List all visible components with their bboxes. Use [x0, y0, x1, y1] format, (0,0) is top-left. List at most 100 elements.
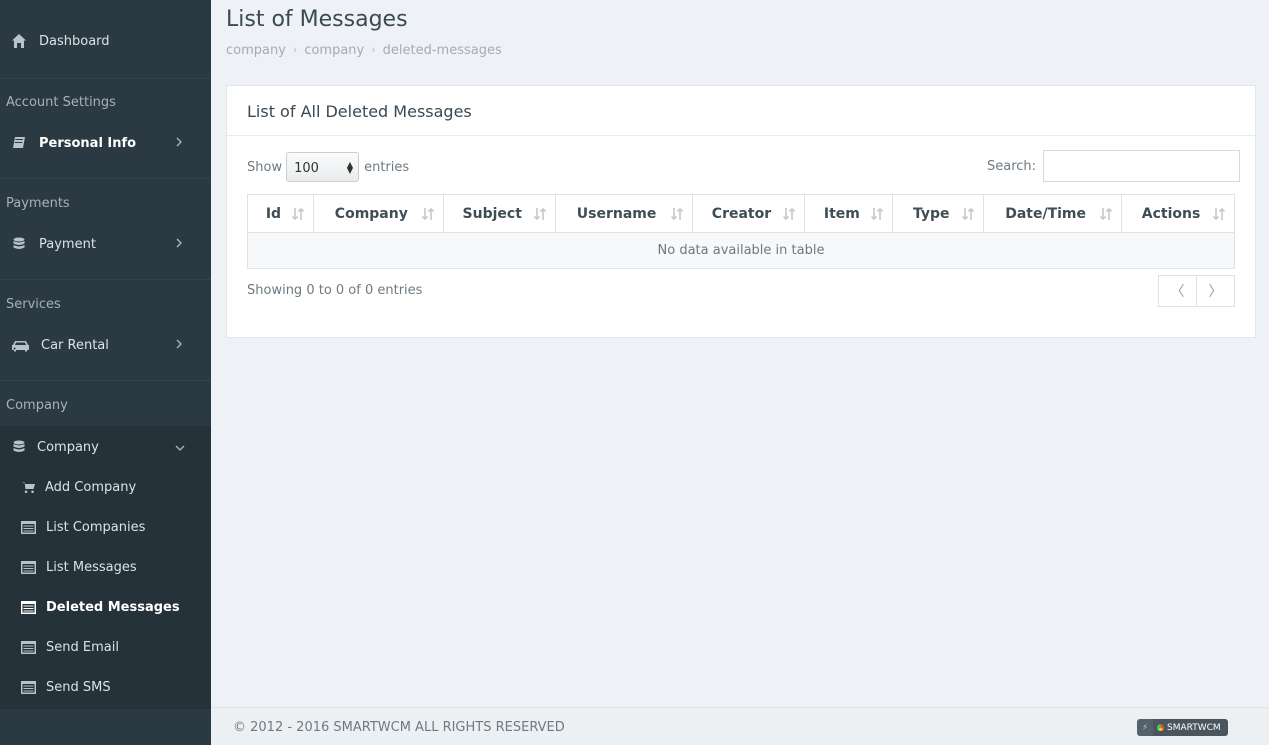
next-page-button[interactable]: 〉	[1196, 275, 1235, 307]
sort-icon	[291, 207, 304, 221]
column-header-label: Actions	[1141, 205, 1201, 222]
sidebar-divider	[0, 279, 211, 280]
cart-icon	[22, 481, 35, 493]
chevron-left-icon: 〈	[1170, 284, 1185, 300]
sidebar-subitem-label: List Companies	[46, 519, 146, 535]
sidebar-item-payment[interactable]: Payment	[0, 224, 211, 264]
chevron-right-icon: 〉	[1208, 284, 1223, 300]
messages-table: Id Company Subject Username Creator Item…	[247, 194, 1235, 269]
pagination: 〈 〉	[1158, 275, 1235, 307]
breadcrumb-item: deleted-messages	[382, 43, 502, 58]
sidebar-subitem-label: List Messages	[46, 559, 137, 575]
sidebar-subitem-send-sms[interactable]: Send SMS	[0, 667, 211, 707]
sort-icon	[783, 207, 796, 221]
breadcrumb-item[interactable]: company	[304, 43, 364, 58]
breadcrumb: company › company › deleted-messages	[226, 43, 502, 58]
column-header-subject[interactable]: Subject	[442, 194, 556, 233]
sidebar-subitem-deleted-messages[interactable]: Deleted Messages	[0, 587, 211, 627]
breadcrumb-item[interactable]: company	[226, 43, 286, 58]
page-size-select[interactable]: 100 ▲ ▼	[286, 152, 360, 182]
sidebar: Dashboard Account Settings Personal Info…	[0, 0, 211, 745]
column-header-item[interactable]: Item	[804, 194, 894, 233]
list-icon	[21, 520, 36, 534]
sidebar-subitem-list-companies[interactable]: List Companies	[0, 507, 211, 547]
home-icon	[12, 34, 26, 48]
sort-icon	[871, 207, 884, 221]
list-icon	[21, 640, 36, 654]
column-header-id[interactable]: Id	[247, 194, 314, 233]
column-header-username[interactable]: Username	[554, 194, 693, 233]
smartwcm-badge[interactable]: ⚡ SMARTWCM	[1137, 719, 1228, 736]
book-icon	[13, 137, 25, 148]
chevron-down-icon	[175, 445, 185, 451]
search-control: Search:	[987, 150, 1241, 182]
column-header-label: Company	[334, 205, 408, 222]
badge-label: SMARTWCM	[1153, 719, 1228, 736]
sidebar-subitem-send-email[interactable]: Send Email	[0, 627, 211, 667]
sidebar-item-dashboard[interactable]: Dashboard	[0, 21, 211, 61]
breadcrumb-separator-icon: ›	[292, 43, 298, 56]
messages-panel: List of All Deleted Messages Show 100 ▲ ▼…	[226, 85, 1256, 338]
sidebar-item-label: Dashboard	[39, 33, 110, 49]
sidebar-header-payments: Payments	[6, 196, 70, 211]
car-icon	[12, 341, 29, 352]
lightning-icon: ⚡	[1137, 719, 1153, 736]
previous-page-button[interactable]: 〈	[1158, 275, 1197, 307]
badge-text: SMARTWCM	[1167, 722, 1221, 733]
logo-icon	[1157, 724, 1164, 731]
empty-table-message: No data available in table	[247, 232, 1235, 269]
sidebar-subitem-add-company[interactable]: Add Company	[0, 467, 211, 507]
sidebar-header-account-settings: Account Settings	[6, 95, 116, 110]
list-icon	[21, 680, 36, 694]
panel-header: List of All Deleted Messages	[227, 86, 1255, 136]
sidebar-divider	[0, 78, 211, 79]
sidebar-subitem-label: Add Company	[45, 479, 137, 495]
sidebar-item-label: Payment	[39, 236, 96, 252]
sort-icon	[962, 207, 975, 221]
sidebar-item-car-rental[interactable]: Car Rental	[0, 325, 211, 365]
search-label: Search:	[987, 158, 1037, 174]
table-row: No data available in table	[247, 232, 1235, 269]
footer-copyright: © 2012 - 2016 SMARTWCM ALL RIGHTS RESERV…	[233, 720, 565, 735]
column-header-type[interactable]: Type	[892, 194, 985, 233]
sort-icon	[421, 207, 434, 221]
chevron-right-icon	[176, 238, 182, 248]
sidebar-item-label: Personal Info	[39, 135, 137, 151]
sidebar-subitem-label: Deleted Messages	[46, 599, 180, 615]
database-icon	[13, 440, 25, 452]
sidebar-item-company[interactable]: Company	[0, 427, 211, 467]
column-header-actions[interactable]: Actions	[1121, 194, 1235, 233]
page-size-control: Show 100 ▲ ▼ entries	[247, 152, 409, 182]
column-header-company[interactable]: Company	[312, 194, 444, 233]
list-icon	[21, 600, 36, 614]
column-header-label: Creator	[711, 205, 772, 222]
column-header-label: Date/Time	[1005, 205, 1087, 222]
table-info: Showing 0 to 0 of 0 entries	[247, 283, 423, 298]
sidebar-subitem-label: Send Email	[46, 639, 119, 655]
search-input[interactable]	[1043, 150, 1241, 182]
chevron-right-icon	[176, 339, 182, 349]
column-header-label: Username	[576, 205, 657, 222]
sort-icon	[1212, 207, 1226, 221]
footer: © 2012 - 2016 SMARTWCM ALL RIGHTS RESERV…	[211, 707, 1269, 745]
sidebar-header-services: Services	[6, 297, 61, 312]
column-header-creator[interactable]: Creator	[691, 194, 806, 233]
column-header-label: Subject	[462, 205, 522, 222]
sidebar-subitem-label: Send SMS	[46, 679, 111, 695]
sidebar-item-personal-info[interactable]: Personal Info	[0, 123, 211, 163]
sort-icon	[670, 207, 683, 221]
panel-title: List of All Deleted Messages	[247, 102, 472, 121]
sidebar-subitem-list-messages[interactable]: List Messages	[0, 547, 211, 587]
page-title: List of Messages	[226, 7, 408, 32]
column-header-label: Type	[912, 205, 950, 222]
column-header-label: Id	[265, 205, 282, 222]
column-header-date-time[interactable]: Date/Time	[983, 194, 1123, 233]
breadcrumb-separator-icon: ›	[371, 43, 376, 56]
column-header-label: Item	[823, 205, 860, 222]
sidebar-header-company: Company	[6, 398, 68, 413]
table-header-row: Id Company Subject Username Creator Item…	[247, 194, 1235, 233]
sidebar-divider	[0, 380, 211, 381]
sidebar-item-label: Company	[37, 439, 99, 455]
show-label: Show	[247, 159, 283, 175]
sidebar-item-label: Car Rental	[41, 337, 109, 353]
